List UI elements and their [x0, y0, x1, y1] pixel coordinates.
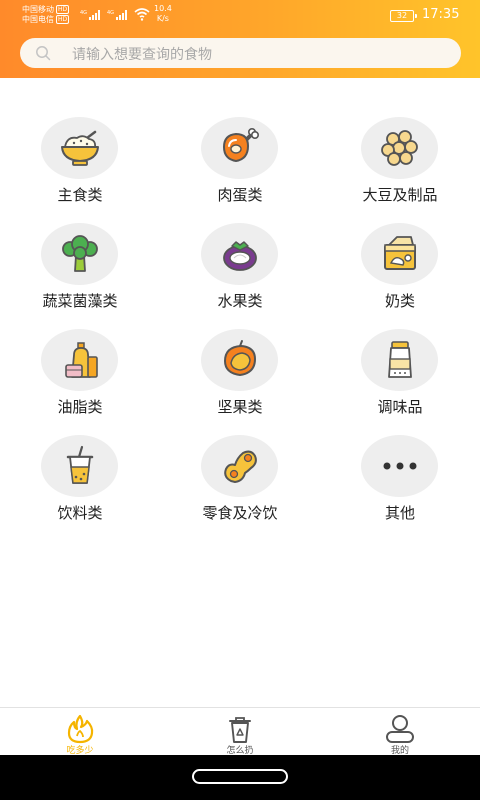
category-icon-bg — [361, 223, 438, 285]
category-vegetables[interactable]: 蔬菜菌藻类 — [0, 223, 160, 323]
net-type-label: 4G — [80, 10, 87, 16]
category-label: 油脂类 — [57, 398, 103, 416]
tab-how-to-dispose[interactable]: 怎么扔 — [160, 708, 320, 756]
battery-icon: 32 — [390, 10, 417, 22]
tab-eat-amount[interactable]: 吃多少 — [0, 708, 160, 756]
broccoli-icon — [61, 235, 98, 272]
category-label: 水果类 — [217, 292, 263, 310]
milk-carton-icon — [383, 236, 416, 270]
category-oils[interactable]: 油脂类 — [0, 329, 160, 429]
category-fruit[interactable]: 水果类 — [160, 223, 320, 323]
category-icon-bg — [361, 435, 438, 497]
hd-badge: HD — [56, 5, 70, 14]
category-other[interactable]: 其他 — [320, 435, 480, 535]
speed-unit: K/s — [156, 14, 169, 23]
signal-icon: 4G — [107, 10, 127, 20]
category-label: 蔬菜菌藻类 — [42, 292, 118, 310]
category-label: 调味品 — [377, 398, 423, 416]
home-indicator[interactable] — [192, 769, 288, 784]
category-icon-bg — [41, 435, 118, 497]
category-label: 肉蛋类 — [217, 186, 263, 204]
category-drinks[interactable]: 饮料类 — [0, 435, 160, 535]
rice-bowl-icon — [60, 130, 99, 166]
category-staple-food[interactable]: 主食类 — [0, 117, 160, 217]
oil-bottle-icon — [64, 342, 98, 378]
category-icon-bg — [41, 329, 118, 391]
category-seasoning[interactable]: 调味品 — [320, 329, 480, 429]
peanut-icon — [223, 450, 257, 483]
carrier-info: 中国移动 HD 中国电信 HD — [22, 5, 70, 25]
category-icon-bg — [41, 117, 118, 179]
system-navigation-bar — [0, 755, 480, 800]
search-input[interactable]: 请输入想要查询的食物 — [72, 44, 212, 64]
search-bar[interactable]: 请输入想要查询的食物 — [20, 38, 461, 68]
category-dairy[interactable]: 奶类 — [320, 223, 480, 323]
drink-cup-icon — [66, 445, 93, 484]
wifi-icon — [134, 8, 150, 21]
category-meat-egg[interactable]: 肉蛋类 — [160, 117, 320, 217]
carrier2-label: 中国电信 — [22, 15, 54, 24]
tab-mine[interactable]: 我的 — [320, 708, 480, 756]
recycle-bin-icon — [229, 717, 251, 743]
category-icon-bg — [201, 435, 278, 497]
category-label: 饮料类 — [57, 504, 103, 522]
status-time: 17:35 — [422, 7, 460, 22]
network-speed: 10.4 K/s — [154, 4, 172, 24]
category-snacks[interactable]: 零食及冷饮 — [160, 435, 320, 535]
hd-badge: HD — [56, 15, 70, 24]
category-label: 主食类 — [57, 186, 103, 204]
category-label: 零食及冷饮 — [202, 504, 278, 522]
category-icon-bg — [41, 223, 118, 285]
search-icon — [36, 46, 51, 61]
category-icon-bg — [201, 223, 278, 285]
seasoning-jar-icon — [387, 341, 412, 378]
category-icon-bg — [361, 329, 438, 391]
category-label: 坚果类 — [217, 398, 263, 416]
status-bar: 中国移动 HD 中国电信 HD 4G 4G 10.4 K/s 32 17:35 — [0, 0, 480, 32]
flame-icon — [67, 714, 94, 744]
category-icon-bg — [201, 329, 278, 391]
header: 中国移动 HD 中国电信 HD 4G 4G 10.4 K/s 32 17:35 请输 — [0, 0, 480, 78]
bottom-tab-bar: 吃多少 怎么扔 我的 — [0, 707, 480, 756]
battery-level: 32 — [396, 11, 408, 20]
category-label: 奶类 — [384, 292, 415, 310]
category-label: 大豆及制品 — [362, 186, 438, 204]
speed-value: 10.4 — [154, 4, 172, 13]
category-icon-bg — [361, 117, 438, 179]
mangosteen-icon — [222, 241, 257, 271]
signal-icon: 4G — [80, 10, 100, 20]
category-icon-bg — [201, 117, 278, 179]
chicken-leg-icon — [222, 127, 259, 163]
more-dots-icon — [383, 462, 416, 470]
soybean-icon — [380, 130, 418, 166]
category-soybean[interactable]: 大豆及制品 — [320, 117, 480, 217]
category-nuts[interactable]: 坚果类 — [160, 329, 320, 429]
nut-icon — [223, 340, 256, 377]
carrier1-label: 中国移动 — [22, 5, 54, 14]
category-label: 其他 — [384, 504, 415, 522]
net-type-label: 4G — [107, 10, 114, 16]
user-icon — [386, 715, 414, 743]
